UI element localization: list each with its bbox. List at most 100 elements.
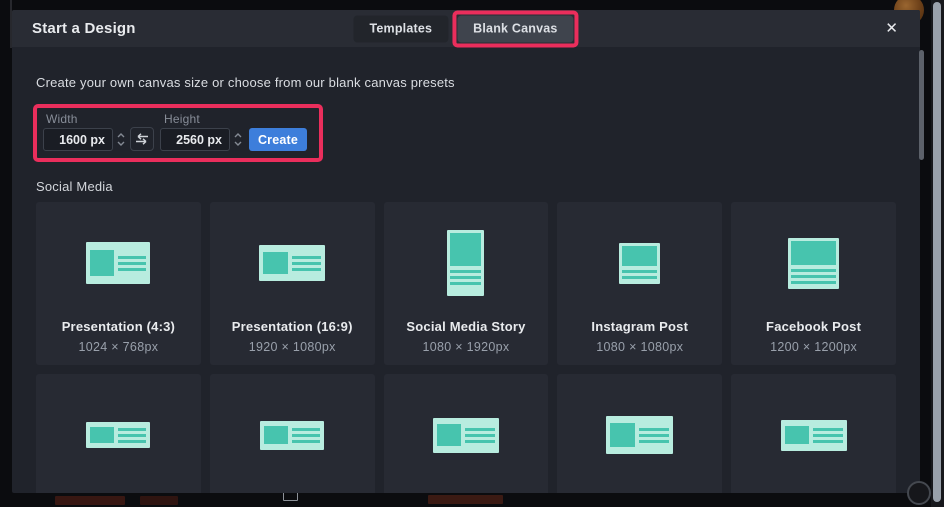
preset-card[interactable]: Instagram Post1080 × 1080px (557, 202, 722, 365)
icon-text-line (118, 440, 146, 443)
icon-media-block (437, 424, 461, 446)
preset-icon-wrap (447, 202, 484, 324)
icon-text-lines (118, 426, 146, 444)
modal-body: Create your own canvas size or choose fr… (12, 47, 920, 493)
icon-media-block (450, 233, 481, 266)
preset-thumbnail-icon (781, 420, 847, 451)
icon-text-line (813, 434, 843, 437)
icon-media-block (785, 426, 809, 445)
icon-text-lines (813, 424, 843, 447)
preset-label: Facebook Post (766, 319, 861, 334)
width-label: Width (46, 112, 78, 126)
swap-dimensions-button[interactable] (130, 127, 154, 151)
close-icon[interactable]: ✕ (879, 17, 904, 40)
preset-icon-wrap (788, 202, 839, 324)
preset-card[interactable] (210, 374, 375, 493)
icon-text-line (292, 428, 320, 431)
icon-text-line (450, 276, 481, 279)
icon-text-line (465, 434, 495, 437)
preset-thumbnail-icon (259, 245, 325, 281)
chevron-down-icon (234, 141, 242, 146)
icon-text-line (450, 282, 481, 285)
background-image-icon (283, 492, 298, 501)
icon-text-line (292, 268, 322, 271)
width-input[interactable] (43, 128, 113, 151)
chevron-up-icon (117, 133, 125, 138)
preset-icon-wrap (433, 374, 499, 493)
icon-text-lines (450, 270, 481, 285)
preset-thumbnail-icon (433, 418, 499, 453)
preset-card[interactable] (731, 374, 896, 493)
background-thumbnail (428, 495, 503, 504)
tab-blank-canvas[interactable]: Blank Canvas (457, 15, 573, 42)
icon-text-line (292, 440, 320, 443)
icon-text-line (450, 270, 481, 273)
preset-thumbnail-icon (619, 243, 660, 284)
preset-card[interactable] (36, 374, 201, 493)
icon-text-line (292, 262, 322, 265)
section-title-social-media: Social Media (36, 179, 896, 194)
icon-media-block (90, 427, 114, 442)
preset-card[interactable] (557, 374, 722, 493)
icon-text-lines (622, 270, 657, 279)
browser-scrollbar-thumb[interactable] (933, 2, 941, 502)
preset-thumbnail-icon (86, 422, 150, 448)
preset-grid-row1: Presentation (4:3)1024 × 768pxPresentati… (36, 202, 896, 365)
screen: Start a Design Templates Blank Canvas ✕ … (0, 0, 944, 507)
preset-dimensions: 1024 × 768px (79, 340, 159, 354)
help-button[interactable] (907, 481, 931, 505)
preset-card[interactable]: Presentation (4:3) 1024 × 768px (36, 202, 201, 365)
width-stepper[interactable] (114, 128, 127, 151)
icon-text-line (639, 434, 669, 437)
create-button[interactable]: Create (249, 128, 307, 151)
height-stepper[interactable] (231, 128, 244, 151)
preset-icon-wrap (606, 374, 673, 493)
modal-title: Start a Design (32, 20, 136, 37)
icon-text-lines (292, 425, 320, 446)
preset-dimensions: 1080 × 1920px (423, 340, 510, 354)
background-thumbnail (55, 496, 125, 505)
tab-templates[interactable]: Templates (353, 15, 448, 42)
icon-text-line (813, 428, 843, 431)
preset-dimensions: 1200 × 1200px (770, 340, 857, 354)
icon-text-line (292, 256, 322, 259)
icon-text-line (639, 440, 669, 443)
modal-subtitle: Create your own canvas size or choose fr… (36, 75, 896, 90)
preset-grid-row2 (36, 374, 896, 493)
icon-text-line (118, 262, 146, 265)
preset-label: Presentation (4:3) (62, 319, 175, 334)
preset-card[interactable]: Facebook Post 1200 × 1200px (731, 202, 896, 365)
icon-text-line (118, 428, 146, 431)
preset-dimensions: 1920 × 1080px (249, 340, 336, 354)
icon-text-line (292, 434, 320, 437)
icon-text-lines (465, 422, 495, 449)
preset-thumbnail-icon (606, 416, 673, 454)
icon-text-line (465, 428, 495, 431)
preset-icon-wrap (86, 374, 150, 493)
icon-media-block (791, 241, 836, 266)
preset-icon-wrap (781, 374, 847, 493)
icon-text-lines (118, 246, 146, 280)
preset-thumbnail-icon (788, 238, 839, 289)
preset-card[interactable]: Social Media Story1080 × 1920px (384, 202, 549, 365)
tab-group: Templates Blank Canvas (353, 10, 578, 47)
start-design-modal: Start a Design Templates Blank Canvas ✕ … (12, 10, 920, 493)
icon-text-lines (639, 420, 669, 450)
height-input[interactable] (160, 128, 230, 151)
preset-icon-wrap (86, 202, 150, 324)
icon-media-block (622, 246, 657, 266)
height-label: Height (164, 112, 200, 126)
icon-text-lines (791, 269, 836, 284)
icon-text-line (118, 434, 146, 437)
preset-icon-wrap (619, 202, 660, 324)
preset-card[interactable]: Presentation (16:9)1920 × 1080px (210, 202, 375, 365)
swap-arrows-icon (135, 133, 149, 145)
icon-text-line (118, 268, 146, 271)
icon-text-line (791, 275, 836, 278)
icon-text-line (791, 269, 836, 272)
browser-scrollbar-track[interactable] (931, 0, 944, 507)
preset-card[interactable] (384, 374, 549, 493)
icon-media-block (90, 250, 114, 276)
annotation-highlight-tab: Blank Canvas (452, 10, 578, 47)
modal-scrollbar-thumb[interactable] (919, 50, 924, 160)
